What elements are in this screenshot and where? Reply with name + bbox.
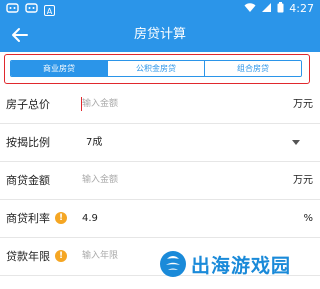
status-bar: A 4:27 xyxy=(0,0,320,18)
mortgage-ratio-row[interactable]: 按揭比例 7成 xyxy=(0,124,320,162)
interest-rate-label: 商贷利率 xyxy=(6,212,50,225)
loan-amount-label: 商贷金额 xyxy=(6,174,50,187)
total-price-row: 房子总价 万元 xyxy=(0,86,320,124)
a-badge-icon: A xyxy=(44,4,55,16)
app-bar: 房贷计算 xyxy=(0,18,320,52)
status-left: A xyxy=(6,2,55,18)
back-button[interactable] xyxy=(8,24,32,46)
dropdown-caret-icon[interactable] xyxy=(292,140,300,145)
page-title: 房贷计算 xyxy=(133,27,186,42)
battery-icon xyxy=(277,2,284,16)
interest-rate-value[interactable]: 4.9 xyxy=(82,200,98,237)
arrow-left-icon xyxy=(12,28,28,42)
wifi-icon xyxy=(244,2,256,16)
status-time: 4:27 xyxy=(289,2,314,15)
tab-combined-loan[interactable]: 组合房贷 xyxy=(204,61,301,76)
loan-amount-unit: 万元 xyxy=(293,175,313,186)
status-right: 4:27 xyxy=(244,2,314,16)
interest-rate-row: 商贷利率 ! 4.9 % xyxy=(0,200,320,238)
loan-amount-row: 商贷金额 万元 xyxy=(0,162,320,200)
loan-amount-input[interactable] xyxy=(82,171,262,189)
mortgage-ratio-select[interactable]: 7成 xyxy=(86,124,102,161)
mortgage-ratio-label: 按揭比例 xyxy=(6,136,50,149)
watermark: 出海游戏园 xyxy=(158,247,291,281)
loan-type-tab-group: 商业房贷 公积金房贷 组合房贷 xyxy=(4,54,310,84)
info-warning-icon[interactable]: ! xyxy=(55,212,67,224)
loan-years-label: 贷款年限 xyxy=(6,250,50,263)
watermark-logo-icon xyxy=(160,251,186,277)
tab-commercial-loan[interactable]: 商业房贷 xyxy=(11,61,107,76)
total-price-unit: 万元 xyxy=(293,99,313,110)
interest-rate-unit: % xyxy=(303,213,313,224)
total-price-label: 房子总价 xyxy=(6,98,50,111)
signal-icon xyxy=(261,2,272,16)
total-price-input[interactable] xyxy=(82,95,262,113)
notification-icon xyxy=(25,2,38,18)
watermark-text: 出海游戏园 xyxy=(191,254,292,277)
notification-icon xyxy=(6,2,19,18)
loan-type-tabs: 商业房贷 公积金房贷 组合房贷 xyxy=(10,60,302,77)
tab-provident-fund-loan[interactable]: 公积金房贷 xyxy=(107,61,204,76)
info-warning-icon[interactable]: ! xyxy=(55,250,67,262)
